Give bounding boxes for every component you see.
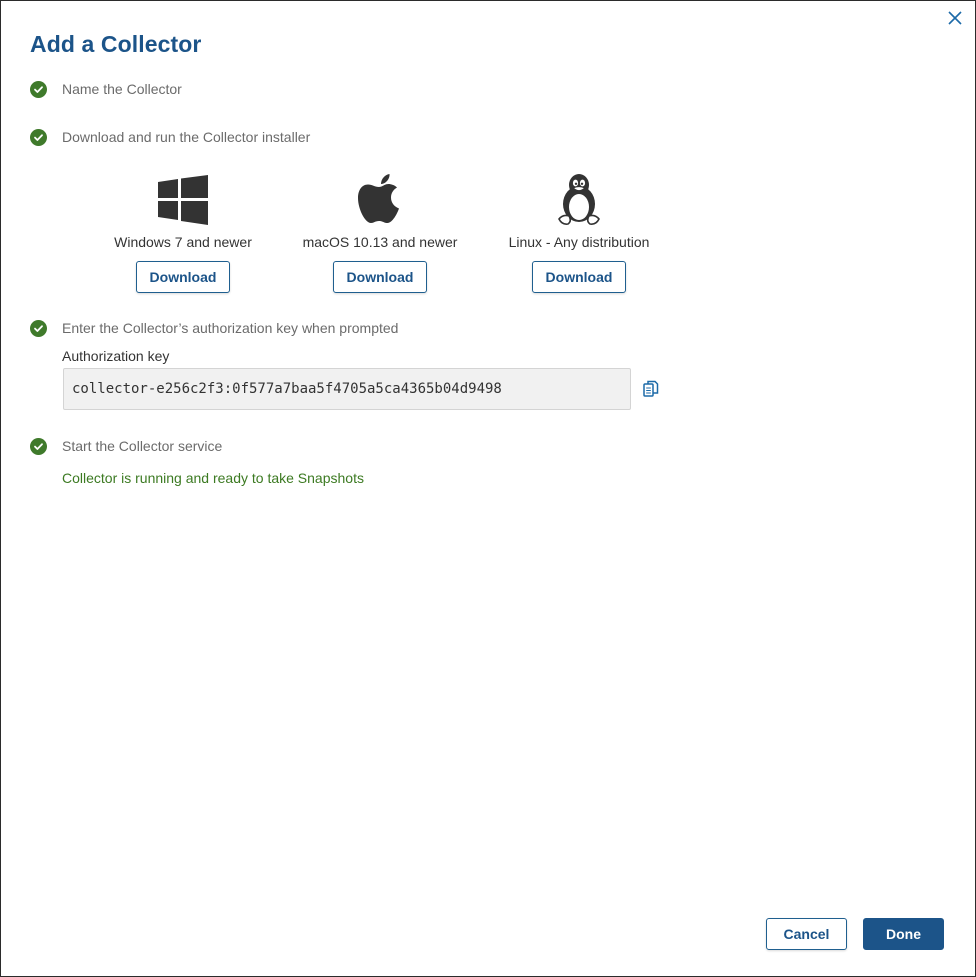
- download-card-macos: macOS 10.13 and newer Download: [280, 169, 480, 293]
- os-name: macOS 10.13 and newer: [302, 234, 458, 250]
- step-download-installer: Download and run the Collector installer: [30, 127, 310, 147]
- close-button[interactable]: [945, 8, 965, 28]
- step-label: Start the Collector service: [62, 438, 223, 454]
- step-enter-auth-key: Enter the Collector’s authorization key …: [30, 318, 398, 338]
- check-circle-icon: [30, 80, 47, 98]
- download-card-windows: Windows 7 and newer Download: [83, 169, 283, 293]
- download-card-linux: Linux - Any distribution Download: [479, 169, 679, 293]
- done-button[interactable]: Done: [863, 918, 944, 950]
- check-circle-icon: [30, 128, 47, 146]
- step-start-service: Start the Collector service: [30, 436, 222, 456]
- check-circle-icon: [30, 319, 47, 337]
- authorization-key-label: Authorization key: [62, 348, 170, 364]
- download-macos-button[interactable]: Download: [333, 261, 427, 293]
- os-name: Linux - Any distribution: [508, 234, 650, 250]
- step-label: Name the Collector: [62, 81, 182, 97]
- check-circle-icon: [30, 437, 47, 455]
- os-name: Windows 7 and newer: [114, 234, 252, 250]
- dialog-title: Add a Collector: [30, 31, 202, 57]
- close-icon: [948, 11, 962, 25]
- cancel-button[interactable]: Cancel: [766, 918, 847, 950]
- collector-status-text: Collector is running and ready to take S…: [62, 470, 364, 486]
- copy-icon: [643, 380, 659, 397]
- authorization-key-field[interactable]: collector-e256c2f3:0f577a7baa5f4705a5ca4…: [63, 368, 631, 410]
- copy-key-button[interactable]: [641, 379, 661, 399]
- step-label: Download and run the Collector installer: [62, 129, 311, 145]
- apple-icon: [358, 169, 402, 225]
- step-label: Enter the Collector’s authorization key …: [62, 320, 399, 336]
- step-name-collector: Name the Collector: [30, 79, 182, 99]
- linux-tux-icon: [557, 169, 601, 225]
- add-collector-dialog: Add a Collector Name the Collector Downl…: [0, 0, 976, 977]
- windows-icon: [158, 169, 208, 225]
- download-windows-button[interactable]: Download: [136, 261, 230, 293]
- download-linux-button[interactable]: Download: [532, 261, 626, 293]
